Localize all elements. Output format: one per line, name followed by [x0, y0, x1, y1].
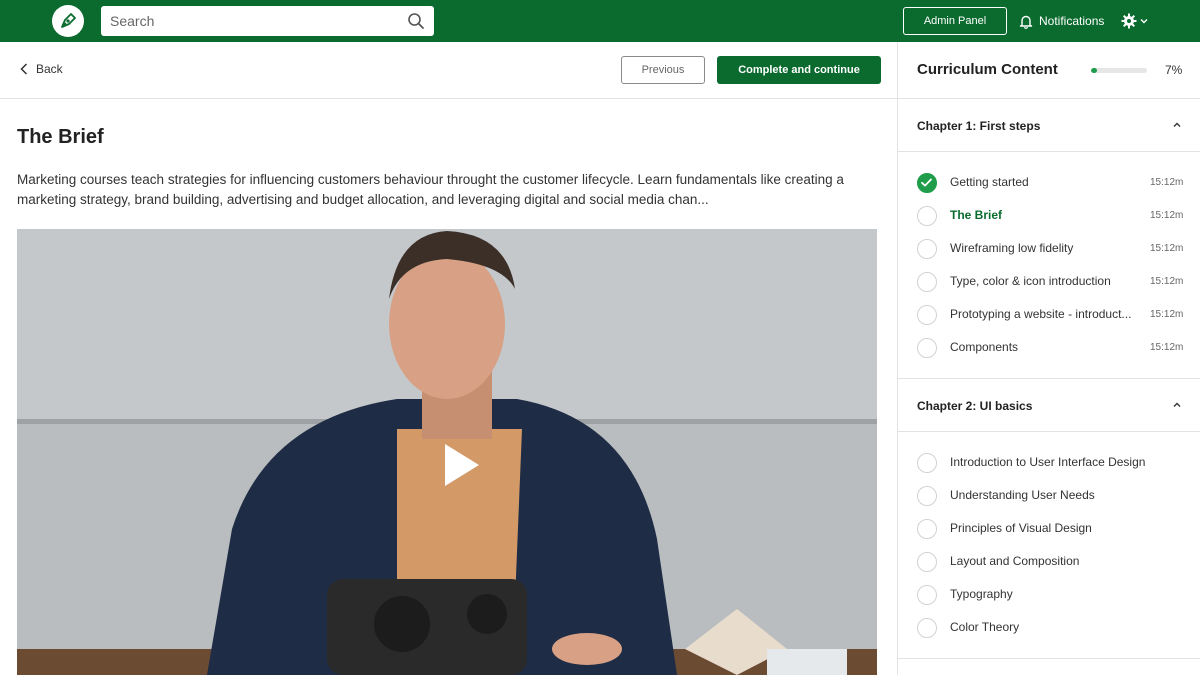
incomplete-circle-icon[interactable] [917, 338, 937, 358]
chapter-header[interactable]: Chapter 2: UI basics [898, 379, 1200, 432]
lesson-item[interactable]: Principles of Visual Design [898, 512, 1200, 545]
incomplete-circle-icon[interactable] [917, 239, 937, 259]
lesson-name: Wireframing low fidelity [950, 241, 1074, 255]
chevron-up-icon[interactable] [1172, 400, 1182, 410]
lesson-name: Typography [950, 587, 1013, 601]
bell-icon [1019, 15, 1033, 29]
gear-icon [1121, 13, 1137, 29]
course-progress-percent: 7% [1165, 63, 1183, 77]
lesson-duration: 15:12m [1150, 276, 1184, 287]
lesson-toolbar: Back Previous Complete and continue [0, 42, 897, 99]
lesson-item[interactable]: The Brief 15:12m [898, 199, 1200, 232]
chapter-title: Chapter 1: First steps [917, 119, 1041, 133]
lesson-duration: 15:12m [1150, 210, 1184, 221]
chevron-up-icon[interactable] [1172, 120, 1182, 130]
settings-menu-button[interactable] [1121, 12, 1148, 30]
incomplete-circle-icon[interactable] [917, 206, 937, 226]
lesson-name-active: The Brief [950, 208, 1003, 222]
lesson-item[interactable]: Typography [898, 578, 1200, 611]
incomplete-circle-icon[interactable] [917, 305, 937, 325]
pen-logo-icon[interactable] [52, 5, 84, 37]
lesson-name: Prototyping a website - introduct... [950, 307, 1132, 321]
lesson-item[interactable]: Color Theory [898, 611, 1200, 644]
incomplete-circle-icon[interactable] [917, 618, 937, 638]
search-icon[interactable] [407, 12, 425, 30]
lesson-name: Getting started [950, 175, 1029, 189]
curriculum-sidebar: Curriculum Content 7% Chapter 1: First s… [897, 42, 1200, 675]
lesson-item[interactable]: Layout and Composition [898, 545, 1200, 578]
back-link[interactable]: Back [20, 62, 63, 76]
lesson-main-panel: Back Previous Complete and continue The … [0, 42, 897, 675]
notifications-button[interactable]: Notifications [1019, 12, 1104, 30]
lesson-title: The Brief [17, 126, 104, 148]
search-box[interactable] [101, 6, 434, 36]
lesson-item[interactable]: Prototyping a website - introduct... 15:… [898, 298, 1200, 331]
curriculum-title: Curriculum Content [917, 61, 1058, 78]
lesson-name: Principles of Visual Design [950, 521, 1092, 535]
lesson-name: Color Theory [950, 620, 1020, 634]
completed-check-icon[interactable] [917, 173, 937, 193]
lesson-duration: 15:12m [1150, 342, 1184, 353]
complete-and-continue-button[interactable]: Complete and continue [717, 56, 881, 84]
curriculum-header: Curriculum Content 7% [898, 42, 1200, 99]
lesson-duration: 15:12m [1150, 309, 1184, 320]
chapter-lesson-list: Introduction to User Interface Design Un… [898, 432, 1200, 659]
back-label: Back [36, 62, 63, 76]
lesson-item[interactable]: Wireframing low fidelity 15:12m [898, 232, 1200, 265]
lesson-name: Understanding User Needs [950, 488, 1095, 502]
lesson-name: Components [950, 340, 1019, 354]
notifications-label: Notifications [1039, 14, 1105, 28]
search-input[interactable] [110, 13, 407, 29]
incomplete-circle-icon[interactable] [917, 453, 937, 473]
incomplete-circle-icon[interactable] [917, 552, 937, 572]
incomplete-circle-icon[interactable] [917, 585, 937, 605]
top-navigation-bar: Admin Panel Notifications [0, 0, 1200, 42]
incomplete-circle-icon[interactable] [917, 272, 937, 292]
lesson-item[interactable]: Components 15:12m [898, 331, 1200, 364]
play-icon[interactable] [445, 444, 479, 486]
lesson-name: Introduction to User Interface Design [950, 455, 1146, 469]
lesson-duration: 15:12m [1150, 243, 1184, 254]
chapter-title: Chapter 2: UI basics [917, 399, 1033, 413]
course-progress-bar [1091, 68, 1147, 73]
lesson-item[interactable]: Introduction to User Interface Design [898, 446, 1200, 479]
lesson-name: Type, color & icon introduction [950, 274, 1111, 288]
chevron-down-icon [1140, 19, 1148, 24]
lesson-item[interactable]: Type, color & icon introduction 15:12m [898, 265, 1200, 298]
lesson-duration: 15:12m [1150, 177, 1184, 188]
chapter-lesson-list: Getting started 15:12m The Brief 15:12m … [898, 152, 1200, 379]
lesson-item[interactable]: Understanding User Needs [898, 479, 1200, 512]
video-player[interactable] [17, 229, 877, 675]
previous-button[interactable]: Previous [621, 56, 705, 84]
incomplete-circle-icon[interactable] [917, 519, 937, 539]
lesson-item[interactable]: Getting started 15:12m [898, 166, 1200, 199]
admin-panel-button[interactable]: Admin Panel [903, 7, 1007, 35]
incomplete-circle-icon[interactable] [917, 486, 937, 506]
lesson-description: Marketing courses teach strategies for i… [17, 172, 844, 207]
chevron-left-icon [20, 63, 28, 75]
course-progress-fill [1091, 68, 1097, 73]
lesson-name: Layout and Composition [950, 554, 1080, 568]
chapter-header[interactable]: Chapter 1: First steps [898, 99, 1200, 152]
